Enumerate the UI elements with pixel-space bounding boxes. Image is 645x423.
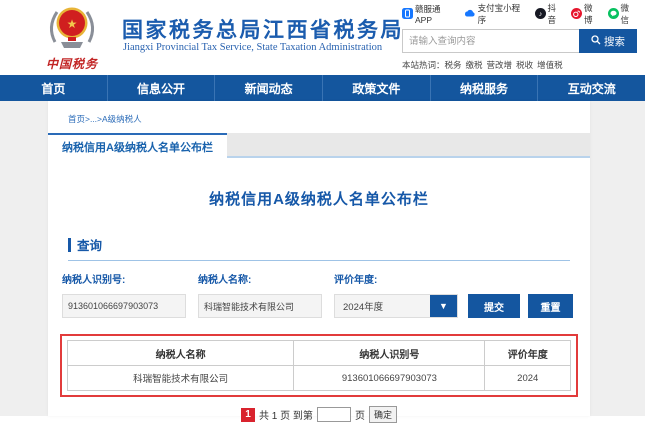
site-subtitle: Jiangxi Provincial Tax Service, State Ta…	[123, 42, 382, 53]
content-panel: 首页>...>A级纳税人 纳税信用A级纳税人名单公布栏 纳税信用A级纳税人名单公…	[48, 101, 590, 416]
page-body: 首页>...>A级纳税人 纳税信用A级纳税人名单公布栏 纳税信用A级纳税人名单公…	[0, 101, 645, 416]
site-title: 国家税务总局江西省税务局	[122, 14, 404, 44]
social-link-alipay[interactable]: 支付宝小程序	[464, 2, 528, 26]
reset-button[interactable]: 重置	[528, 294, 573, 318]
section-accent-bar	[68, 238, 71, 252]
cell-taxpayer-name: 科瑞智能技术有限公司	[68, 366, 294, 391]
hotwords: 本站热词：税务缴税营改增税收增值税	[402, 59, 637, 71]
goto-page-input[interactable]	[317, 407, 351, 422]
taxpayer-name-label: 纳税人名称:	[198, 271, 322, 286]
taxpayer-name-field-group: 纳税人名称:	[198, 271, 322, 318]
hotword-link[interactable]: 税收	[516, 60, 533, 70]
goto-page-confirm-button[interactable]: 确定	[369, 406, 397, 423]
social-link-wechat[interactable]: 微信	[608, 2, 638, 26]
cell-taxpayer-id: 913601066697903073	[294, 366, 485, 391]
taxpayer-id-label: 纳税人识别号:	[62, 271, 186, 286]
taxpayer-id-input[interactable]	[62, 294, 186, 318]
page-unit-text: 页	[355, 407, 365, 422]
submit-button[interactable]: 提交	[468, 294, 520, 318]
year-select-value: 2024年度	[335, 295, 430, 317]
table-row: 科瑞智能技术有限公司 913601066697903073 2024	[68, 366, 571, 391]
result-table-highlight: 纳税人名称 纳税人识别号 评价年度 科瑞智能技术有限公司 91360106669…	[60, 334, 578, 397]
taxpayer-id-field-group: 纳税人识别号:	[62, 271, 186, 318]
hotword-link[interactable]: 缴税	[466, 60, 483, 70]
hotword-link[interactable]: 税务	[445, 60, 462, 70]
hotwords-label: 本站热词：	[402, 60, 445, 70]
search-button[interactable]: 搜索	[579, 29, 637, 53]
app-icon	[402, 8, 413, 21]
page-total-text: 共 1 页 到第	[259, 407, 313, 422]
douyin-icon: ♪	[535, 8, 546, 21]
section-divider	[68, 260, 570, 261]
year-field-group: 评价年度: 2024年度 ▼	[334, 271, 458, 318]
main-nav: 首页 信息公开 新闻动态 政策文件 纳税服务 互动交流	[0, 75, 645, 101]
year-select[interactable]: 2024年度 ▼	[334, 294, 458, 318]
svg-text:★: ★	[67, 17, 78, 31]
col-header-taxpayer-name: 纳税人名称	[68, 341, 294, 366]
query-section-header: 查询	[68, 235, 570, 254]
nav-item-policy[interactable]: 政策文件	[323, 75, 431, 101]
search-bar: 搜索	[402, 29, 637, 53]
nav-item-interact[interactable]: 互动交流	[538, 75, 645, 101]
site-header: ★ 中国税务 国家税务总局江西省税务局 Jiangxi Provincial T…	[0, 0, 645, 75]
social-link-weibo[interactable]: 微博	[571, 2, 601, 26]
header-right: 赣服通APP 支付宝小程序 ♪ 抖音 微博	[402, 6, 637, 71]
taxpayer-name-input[interactable]	[198, 294, 322, 318]
tab-a-level-taxpayers[interactable]: 纳税信用A级纳税人名单公布栏	[48, 133, 227, 158]
query-section-title: 查询	[77, 235, 102, 254]
chevron-down-icon[interactable]: ▼	[430, 295, 457, 317]
social-link-app[interactable]: 赣服通APP	[402, 3, 457, 25]
hotword-link[interactable]: 营改增	[487, 60, 513, 70]
wechat-icon	[608, 8, 619, 21]
col-header-year: 评价年度	[485, 341, 571, 366]
current-page-button[interactable]: 1	[241, 408, 255, 422]
nav-item-info[interactable]: 信息公开	[108, 75, 216, 101]
weibo-icon	[571, 8, 582, 21]
breadcrumb[interactable]: 首页>...>A级纳税人	[48, 101, 590, 125]
cell-year: 2024	[485, 366, 571, 391]
search-input[interactable]	[402, 29, 579, 53]
logo-caption: 中国税务	[26, 55, 118, 72]
search-icon	[591, 35, 601, 48]
svg-text:♪: ♪	[538, 11, 542, 18]
site-logo: ★ 中国税务	[26, 4, 118, 72]
social-links: 赣服通APP 支付宝小程序 ♪ 抖音 微博	[402, 6, 637, 22]
col-header-taxpayer-id: 纳税人识别号	[294, 341, 485, 366]
page-title: 纳税信用A级纳税人名单公布栏	[48, 188, 590, 209]
table-header-row: 纳税人名称 纳税人识别号 评价年度	[68, 341, 571, 366]
nav-item-news[interactable]: 新闻动态	[215, 75, 323, 101]
query-form: 纳税人识别号: 纳税人名称: 评价年度: 2024年度 ▼ 提交 重置	[62, 271, 576, 318]
result-table: 纳税人名称 纳税人识别号 评价年度 科瑞智能技术有限公司 91360106669…	[67, 340, 571, 391]
hotword-link[interactable]: 增值税	[537, 60, 563, 70]
tax-emblem-icon: ★	[44, 39, 100, 56]
nav-item-home[interactable]: 首页	[0, 75, 108, 101]
tab-strip: 纳税信用A级纳税人名单公布栏	[48, 133, 590, 158]
pagination: 1 共 1 页 到第 页 确定	[48, 406, 590, 423]
nav-item-service[interactable]: 纳税服务	[431, 75, 539, 101]
social-link-douyin[interactable]: ♪ 抖音	[535, 2, 565, 26]
year-label: 评价年度:	[334, 271, 458, 286]
alipay-cloud-icon	[464, 8, 476, 21]
